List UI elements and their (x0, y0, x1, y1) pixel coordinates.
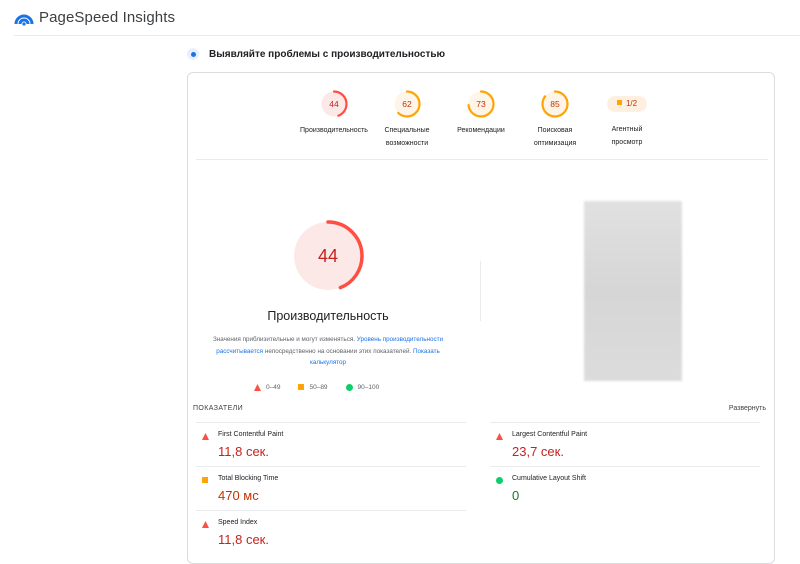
page-screenshot (584, 201, 682, 381)
agentic-score-pill: 1/2 (607, 96, 647, 112)
gauge-agentic-browsing[interactable]: 1/2 Агентный просмотр (587, 89, 667, 149)
metric-value: 23,7 сек. (512, 444, 564, 459)
vertical-divider (480, 261, 481, 321)
gauge-score: 1/2 (625, 99, 638, 108)
gauge-label: Рекомендации (457, 127, 505, 134)
metric-speed-index: Speed Index 11,8 сек. (196, 510, 466, 554)
app-title[interactable]: PageSpeed Insights (39, 9, 175, 26)
gauge-score: 62 (402, 99, 412, 109)
gauge-score: 73 (476, 99, 486, 109)
gauge-ring: 62 (392, 89, 422, 119)
header-divider (14, 35, 800, 36)
metrics-header: ПОКАЗАТЕЛИ Развернуть (188, 402, 774, 422)
metric-value: 0 (512, 488, 520, 503)
top-bar: PageSpeed Insights (0, 0, 800, 36)
gauge-accessibility[interactable]: 62 Специальные возможности (367, 89, 447, 150)
metric-value: 11,8 сек. (218, 532, 269, 547)
gauge-performance[interactable]: 44 Производительность (294, 89, 374, 137)
metric-cumulative-layout-shift: Cumulative Layout Shift 0 (490, 466, 760, 510)
triangle-icon (254, 383, 261, 391)
mobile-indicator-icon (187, 48, 199, 60)
legend-range: 50–89 (309, 383, 328, 391)
pagespeed-logo-icon[interactable] (14, 10, 34, 26)
legend-item-pass: 90–100 (345, 383, 380, 391)
triangle-icon (202, 521, 209, 528)
gauge-label: Поисковая оптимизация (533, 127, 577, 147)
metric-name: First Contentful Paint (218, 431, 284, 438)
metric-largest-contentful-paint: Largest Contentful Paint 23,7 сек. (490, 422, 760, 466)
legend-range: 90–100 (357, 383, 380, 391)
square-icon (616, 100, 622, 105)
circle-icon (496, 477, 503, 484)
performance-description: Значения приблизительные и могут изменят… (206, 334, 450, 369)
gauge-label: Агентный просмотр (611, 126, 643, 146)
circle-icon (345, 383, 353, 391)
gauge-ring: 73 (466, 89, 496, 119)
legend-item-average: 50–89 (298, 383, 328, 391)
metrics-title: ПОКАЗАТЕЛИ (193, 405, 244, 412)
metric-name: Total Blocking Time (218, 475, 279, 482)
metric-name: Cumulative Layout Shift (512, 475, 586, 482)
gauge-label: Производительность (300, 127, 368, 134)
metric-value: 470 мс (218, 488, 259, 503)
gauge-best-practices[interactable]: 73 Рекомендации (441, 89, 521, 137)
gauge-label: Специальные возможности (384, 127, 430, 147)
gauge-ring: 85 (540, 89, 570, 119)
gauge-score: 44 (329, 99, 339, 109)
triangle-icon (496, 433, 503, 440)
score-legend: 0–49 50–89 90–100 (254, 382, 397, 392)
square-icon (298, 384, 305, 390)
section-title: Выявляйте проблемы с производительностью (209, 48, 446, 60)
square-icon (202, 477, 208, 483)
metric-name: Speed Index (218, 519, 258, 526)
gauge-score: 85 (550, 99, 560, 109)
performance-title: Производительность (267, 309, 389, 323)
triangle-icon (202, 433, 209, 440)
report-card: 44 Производительность 62 Специальные воз… (187, 72, 775, 564)
description-text: Значения приблизительные и могут изменят… (212, 336, 356, 343)
legend-item-fail: 0–49 (254, 383, 281, 391)
expand-view-button[interactable]: Развернуть (729, 405, 766, 412)
gauges-divider (196, 159, 768, 160)
metric-value: 11,8 сек. (218, 444, 269, 459)
metric-name: Largest Contentful Paint (512, 431, 588, 438)
gauge-ring: 44 (319, 89, 349, 119)
section-header: Выявляйте проблемы с производительностью (187, 46, 445, 62)
legend-range: 0–49 (266, 383, 281, 391)
metric-total-blocking-time: Total Blocking Time 470 мс (196, 466, 466, 510)
gauge-seo[interactable]: 85 Поисковая оптимизация (515, 89, 595, 150)
description-text-2: непосредственно на основании этих показа… (264, 347, 412, 355)
metric-first-contentful-paint: First Contentful Paint 11,8 сек. (196, 422, 466, 466)
category-gauges: 44 Производительность 62 Специальные воз… (188, 89, 774, 153)
performance-gauge: 44 (291, 219, 365, 293)
performance-score: 44 (317, 246, 339, 266)
